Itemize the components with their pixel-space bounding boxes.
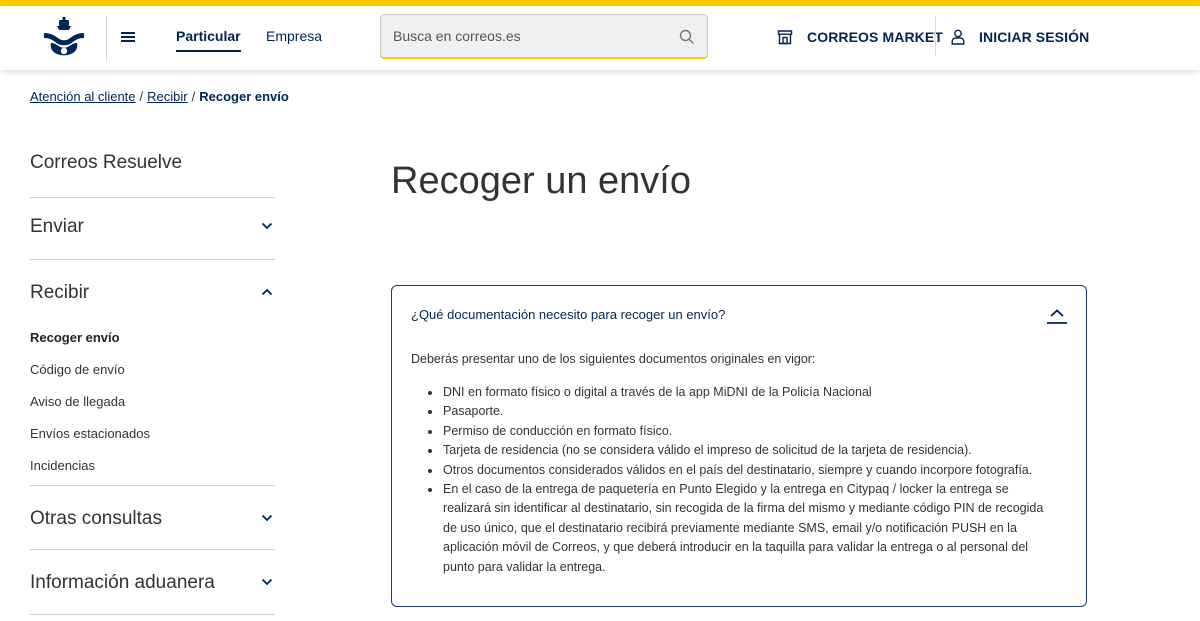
chevron-up-icon — [261, 288, 273, 296]
faq-accordion: ¿Qué documentación necesito para recoger… — [391, 285, 1087, 607]
list-item: Tarjeta de residencia (no se considera v… — [427, 441, 1057, 460]
sidebar-section-otras-consultas[interactable]: Otras consultas — [30, 500, 275, 540]
list-item: Pasaporte. — [427, 402, 1057, 421]
nav-empresa[interactable]: Empresa — [266, 28, 322, 44]
sidebar-item-aviso-llegada[interactable]: Aviso de llegada — [30, 394, 125, 409]
faq-answer-intro: Deberás presentar uno de los siguientes … — [411, 352, 816, 366]
nav-empresa-label: Empresa — [266, 28, 323, 44]
chevron-down-icon — [261, 514, 273, 522]
sidebar-section-recibir[interactable]: Recibir — [30, 274, 275, 314]
breadcrumb: Atención al cliente / Recibir / Recoger enví… — [30, 89, 289, 104]
sidebar-section-informacion-aduanera[interactable]: Información aduanera — [30, 564, 275, 604]
sidebar-title: Correos Resuelve — [30, 152, 183, 173]
nav-particular-label: Particular — [176, 28, 241, 44]
correos-market-label: CORREOS MARKET — [807, 29, 943, 45]
search-input[interactable] — [393, 15, 673, 57]
list-item: En el caso de la entrega de paquetería e… — [427, 480, 1057, 577]
breadcrumb-separator: / — [191, 89, 196, 104]
store-icon — [777, 30, 793, 45]
page-title: Recoger un envío — [391, 160, 691, 202]
sidebar-divider — [30, 197, 275, 198]
sidebar-divider — [30, 485, 275, 486]
breadcrumb-separator: / — [139, 89, 144, 104]
sidebar-item-codigo-envio[interactable]: Código de envío — [30, 362, 125, 377]
breadcrumb-link-atencion[interactable]: Atención al cliente — [30, 89, 136, 104]
faq-document-list: DNI en formato físico o digital a través… — [427, 383, 1057, 577]
correos-market-link[interactable]: CORREOS MARKET — [777, 26, 943, 48]
sidebar-section-label: Otras consultas — [30, 508, 162, 529]
hamburger-menu-icon[interactable] — [120, 29, 138, 45]
header-divider — [935, 16, 936, 56]
sidebar-section-enviar[interactable]: Enviar — [30, 208, 275, 248]
breadcrumb-link-recibir[interactable]: Recibir — [147, 89, 187, 104]
sidebar-item-envios-estacionados[interactable]: Envíos estacionados — [30, 426, 150, 441]
search-icon[interactable] — [679, 29, 695, 45]
sidebar-divider — [30, 614, 275, 615]
chevron-down-icon — [261, 222, 273, 230]
search-box — [380, 14, 708, 59]
correos-logo-icon[interactable] — [42, 17, 86, 59]
header-divider — [106, 16, 107, 62]
chevron-down-icon — [261, 578, 273, 586]
list-item: Otros documentos considerados válidos en… — [427, 461, 1057, 480]
sidebar-item-incidencias[interactable]: Incidencias — [30, 458, 95, 473]
chevron-up-icon[interactable] — [1046, 305, 1068, 325]
breadcrumb-current: Recoger envío — [199, 89, 289, 104]
sidebar-section-label: Recibir — [30, 282, 90, 303]
list-item: Permiso de conducción en formato físico. — [427, 422, 1057, 441]
sidebar-section-label: Información aduanera — [30, 572, 215, 593]
sidebar-section-label: Enviar — [30, 216, 84, 237]
faq-question[interactable]: ¿Qué documentación necesito para recoger… — [411, 307, 725, 322]
sidebar-divider — [30, 549, 275, 550]
nav-particular[interactable]: Particular — [176, 28, 241, 52]
list-item: DNI en formato físico o digital a través… — [427, 383, 1057, 402]
login-link[interactable]: INICIAR SESIÓN — [951, 26, 1089, 48]
login-label: INICIAR SESIÓN — [979, 29, 1090, 45]
site-header: Particular Empresa CORREOS MARKET INICIA… — [0, 6, 1200, 70]
user-icon — [951, 29, 965, 45]
sidebar-item-recoger-envio[interactable]: Recoger envío — [30, 330, 120, 345]
sidebar-divider — [30, 259, 275, 260]
nav-active-underline — [176, 50, 241, 52]
